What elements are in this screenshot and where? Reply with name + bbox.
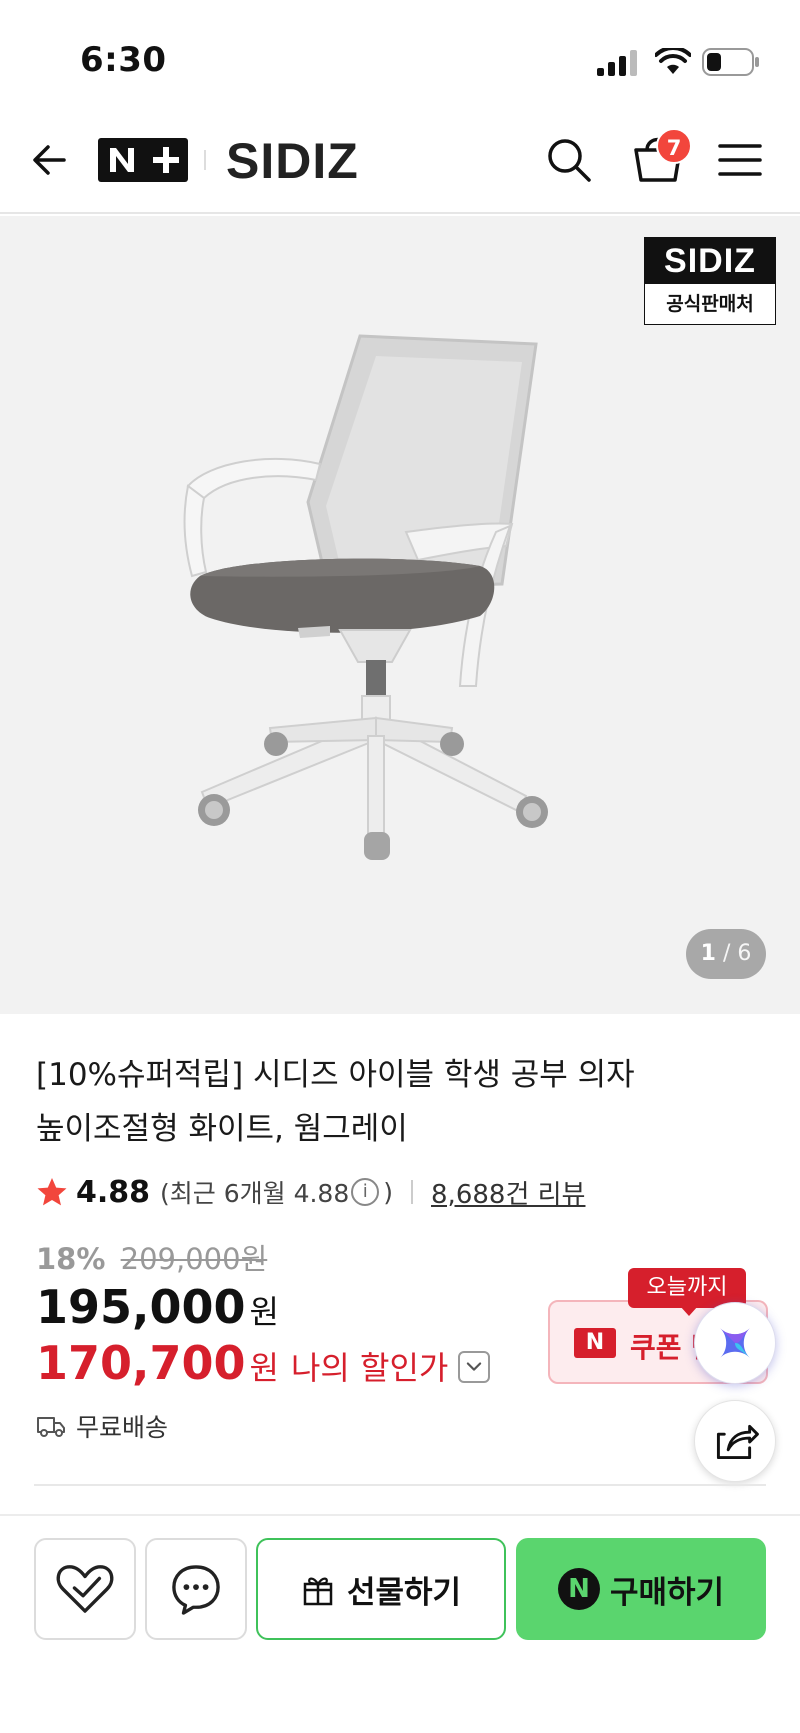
- image-page-indicator: 1 / 6: [686, 929, 766, 979]
- top-navigation-bar: SIDIZ 7: [0, 110, 800, 214]
- review-count-link[interactable]: 8,688건 리뷰: [431, 1174, 585, 1211]
- naver-coupon-icon: N: [574, 1328, 616, 1358]
- shipping-label: 무료배송: [76, 1413, 169, 1442]
- my-discount-price: 170,700: [36, 1336, 246, 1390]
- my-discount-price-row: 170,700 원 나의 할인가: [36, 1336, 491, 1390]
- naver-pay-icon: N: [557, 1568, 600, 1610]
- product-title-line2: 높이조절형 화이트, 웜그레이: [36, 1111, 408, 1147]
- sale-price: 195,000: [36, 1280, 246, 1334]
- ai-assistant-button[interactable]: [694, 1302, 776, 1384]
- recent-rating-suffix: ): [383, 1177, 394, 1207]
- current-page: 1: [700, 941, 716, 966]
- page-separator: /: [722, 941, 731, 966]
- search-icon[interactable]: [545, 136, 593, 184]
- rating-value: 4.88: [76, 1174, 151, 1210]
- heart-check-icon: [56, 1565, 114, 1613]
- share-button[interactable]: [694, 1400, 776, 1482]
- back-arrow-icon[interactable]: [28, 136, 72, 184]
- hamburger-menu-icon[interactable]: [718, 140, 762, 180]
- official-badge-label: 공식판매처: [666, 293, 754, 315]
- shipping-info: 무료배송: [36, 1408, 168, 1444]
- original-price: 209,000원: [120, 1242, 268, 1276]
- sale-price-unit: 원: [249, 1293, 279, 1331]
- section-divider: [34, 1484, 766, 1486]
- product-title: [10%슈퍼적립] 시디즈 아이블 학생 공부 의자 높이조절형 화이트, 웜그…: [36, 1048, 736, 1156]
- discount-rate: 18%: [36, 1242, 106, 1276]
- product-image-gallery[interactable]: SIDIZ 공식판매처 1 / 6: [0, 216, 800, 1014]
- truck-icon: [37, 1417, 65, 1437]
- product-title-line1: [10%슈퍼적립] 시디즈 아이블 학생 공부 의자: [36, 1057, 635, 1093]
- rating-row: 4.88 (최근 6개월 4.88 i ) 8,688건 리뷰: [36, 1172, 585, 1212]
- my-discount-price-label: 나의 할인가: [290, 1349, 449, 1387]
- chat-bubble-icon: [172, 1565, 220, 1615]
- logo-divider: [204, 150, 206, 170]
- info-icon[interactable]: i: [351, 1178, 380, 1206]
- share-icon: [716, 1424, 759, 1460]
- gift-button[interactable]: 선물하기: [256, 1538, 506, 1640]
- gift-icon: [303, 1577, 333, 1606]
- status-bar: 6:30: [0, 0, 800, 110]
- official-seller-badge: SIDIZ 공식판매처: [644, 237, 776, 325]
- talk-talk-chat-button[interactable]: [145, 1538, 247, 1640]
- official-badge-brand: SIDIZ: [645, 238, 775, 284]
- sale-price-row: 195,000 원: [36, 1280, 279, 1334]
- cart-count-badge: 7: [656, 128, 692, 164]
- gift-label: 선물하기: [346, 1574, 462, 1611]
- buy-label: 구매하기: [609, 1574, 725, 1611]
- brand-logo-sidiz[interactable]: SIDIZ: [226, 132, 359, 190]
- recent-rating-prefix: (최근 6개월 4.88: [160, 1179, 350, 1208]
- wifi-icon: [655, 48, 691, 74]
- rating-divider: [411, 1180, 414, 1204]
- naver-plus-store-logo[interactable]: [98, 138, 188, 182]
- buy-button[interactable]: N 구매하기: [516, 1538, 766, 1640]
- product-image-office-chair[interactable]: [180, 326, 620, 946]
- chevron-down-icon[interactable]: [458, 1351, 491, 1383]
- total-pages: 6: [737, 941, 752, 966]
- star-icon: [37, 1178, 67, 1206]
- cellular-signal-icon: [597, 50, 637, 76]
- ai-sparkle-icon: [720, 1328, 750, 1358]
- discount-row: 18% 209,000원: [36, 1236, 267, 1278]
- status-time: 6:30: [80, 40, 167, 80]
- wishlist-button[interactable]: [34, 1538, 136, 1640]
- bottom-action-bar: 선물하기 N 구매하기: [0, 1514, 800, 1733]
- my-discount-price-unit: 원: [249, 1349, 279, 1387]
- battery-icon: [702, 48, 759, 76]
